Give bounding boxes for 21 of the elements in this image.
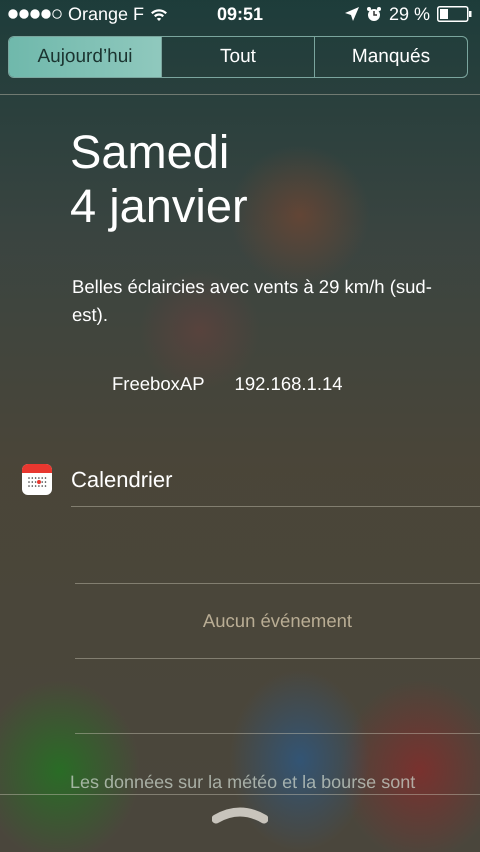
location-arrow-icon (344, 7, 359, 21)
calendar-icon (22, 464, 52, 495)
segment-tab[interactable]: Aujourd’hui (9, 37, 161, 77)
weather-summary: Belles éclaircies avec vents à 29 km/h (sud-est). (72, 275, 433, 327)
battery-icon (437, 6, 472, 22)
ip-address: 192.168.1.14 (234, 373, 343, 395)
wifi-network-name: FreeboxAP (112, 373, 205, 395)
footer-notice: Les données sur la météo et la bourse sont (70, 772, 416, 792)
clock-time: 09:51 (216, 4, 264, 24)
battery-percentage: 29 % (388, 4, 430, 24)
wifi-icon (150, 8, 168, 20)
calendar-title: Calendrier (71, 466, 172, 492)
carrier-name: Orange F (68, 4, 144, 24)
signal-icon (8, 9, 62, 19)
segment-tab[interactable]: Manqués (314, 37, 467, 77)
no-events-message: Aucun événement (202, 610, 352, 632)
alarm-clock-icon (366, 6, 382, 22)
segment-tab[interactable]: Tout (161, 37, 314, 77)
weekday-heading: Samedi (70, 125, 230, 179)
grabber-handle[interactable] (212, 807, 268, 825)
date-heading: 4 janvier (70, 179, 249, 233)
